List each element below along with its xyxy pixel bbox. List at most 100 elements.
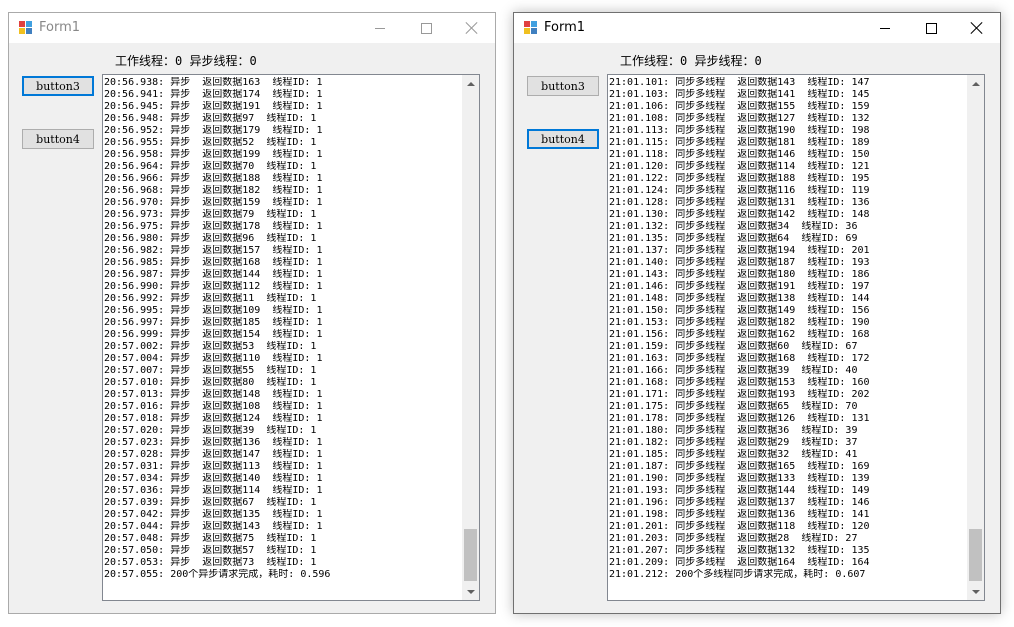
log-line: 21:01.166: 同步多线程 返回数据39 线程ID: 40 [609,365,858,376]
log-lines: 21:01.101: 同步多线程 返回数据143 线程ID: 147 21:01.… [609,77,969,581]
log-line: 20:56.941: 异步 返回数据174 线程ID: 1 [104,89,323,100]
log-line: 20:56.968: 异步 返回数据182 线程ID: 1 [104,185,323,196]
button3[interactable]: button3 [22,76,94,96]
scroll-down-button[interactable] [462,583,479,600]
log-lines: 20:56.938: 异步 返回数据163 线程ID: 1 20:56.941: … [104,77,464,581]
log-line: 21:01.201: 同步多线程 返回数据118 线程ID: 120 [609,521,870,532]
log-line: 20:57.039: 异步 返回数据67 线程ID: 1 [104,497,317,508]
log-line: 20:57.034: 异步 返回数据140 线程ID: 1 [104,473,323,484]
log-line: 21:01.153: 同步多线程 返回数据182 线程ID: 190 [609,317,870,328]
log-line: 20:57.053: 异步 返回数据73 线程ID: 1 [104,557,317,568]
minimize-icon [880,27,890,29]
log-textbox[interactable]: 20:56.938: 异步 返回数据163 线程ID: 1 20:56.941: … [102,74,480,601]
title-bar[interactable]: Form1 [9,13,495,43]
log-line: 20:56.990: 异步 返回数据112 线程ID: 1 [104,281,323,292]
log-line: 20:57.044: 异步 返回数据143 线程ID: 1 [104,521,323,532]
log-line: 21:01.190: 同步多线程 返回数据133 线程ID: 139 [609,473,870,484]
log-line: 20:56.987: 异步 返回数据144 线程ID: 1 [104,269,323,280]
maximize-button[interactable] [908,13,954,43]
log-line: 20:56.995: 异步 返回数据109 线程ID: 1 [104,305,323,316]
close-button[interactable] [954,13,1000,43]
chevron-up-icon [971,81,980,86]
log-line: 21:01.128: 同步多线程 返回数据131 线程ID: 136 [609,197,870,208]
log-line: 20:56.952: 异步 返回数据179 线程ID: 1 [104,125,323,136]
log-line: 21:01.135: 同步多线程 返回数据64 线程ID: 69 [609,233,858,244]
log-line: 20:57.007: 异步 返回数据55 线程ID: 1 [104,365,317,376]
form1-window-left[interactable]: Form1 工作线程：0 异步线程：0 button3 button4 20:5… [8,12,496,614]
log-line: 21:01.148: 同步多线程 返回数据138 线程ID: 144 [609,293,870,304]
log-line: 20:57.036: 异步 返回数据114 线程ID: 1 [104,485,323,496]
log-line: 20:57.018: 异步 返回数据124 线程ID: 1 [104,413,323,424]
button4[interactable]: button4 [527,129,599,149]
button4[interactable]: button4 [22,129,94,149]
vertical-scrollbar[interactable] [967,75,984,600]
log-line: 20:57.010: 异步 返回数据80 线程ID: 1 [104,377,317,388]
log-line: 21:01.140: 同步多线程 返回数据187 线程ID: 193 [609,257,870,268]
log-line: 20:56.973: 异步 返回数据79 线程ID: 1 [104,209,317,220]
log-line: 21:01.120: 同步多线程 返回数据114 线程ID: 121 [609,161,870,172]
log-line: 20:57.016: 异步 返回数据108 线程ID: 1 [104,401,323,412]
log-line: 21:01.196: 同步多线程 返回数据137 线程ID: 146 [609,497,870,508]
log-line: 21:01.150: 同步多线程 返回数据149 线程ID: 156 [609,305,870,316]
log-line: 20:56.948: 异步 返回数据97 线程ID: 1 [104,113,317,124]
title-bar[interactable]: Form1 [514,13,1000,43]
log-line: 20:56.975: 异步 返回数据178 线程ID: 1 [104,221,323,232]
chevron-down-icon [466,589,475,594]
log-line: 20:56.938: 异步 返回数据163 线程ID: 1 [104,77,323,88]
log-line: 20:57.031: 异步 返回数据113 线程ID: 1 [104,461,323,472]
chevron-down-icon [971,589,980,594]
log-line: 21:01.108: 同步多线程 返回数据127 线程ID: 132 [609,113,870,124]
log-line: 21:01.122: 同步多线程 返回数据188 线程ID: 195 [609,173,870,184]
scroll-up-button[interactable] [462,75,479,92]
close-button[interactable] [449,13,495,43]
log-line: 20:56.980: 异步 返回数据96 线程ID: 1 [104,233,317,244]
log-line: 21:01.130: 同步多线程 返回数据142 线程ID: 148 [609,209,870,220]
log-line: 20:57.048: 异步 返回数据75 线程ID: 1 [104,533,317,544]
minimize-button[interactable] [357,13,403,43]
thread-status-label: 工作线程：0 异步线程：0 [620,54,762,68]
log-line: 20:56.955: 异步 返回数据52 线程ID: 1 [104,137,317,148]
log-line: 21:01.106: 同步多线程 返回数据155 线程ID: 159 [609,101,870,112]
thread-status-label: 工作线程：0 异步线程：0 [115,54,257,68]
maximize-button[interactable] [403,13,449,43]
log-line: 21:01.143: 同步多线程 返回数据180 线程ID: 186 [609,269,870,280]
log-line: 20:57.002: 异步 返回数据53 线程ID: 1 [104,341,317,352]
log-line: 21:01.178: 同步多线程 返回数据126 线程ID: 131 [609,413,870,424]
scroll-down-button[interactable] [967,583,984,600]
log-line: 20:56.999: 异步 返回数据154 线程ID: 1 [104,329,323,340]
app-icon [524,21,538,35]
log-line: 21:01.103: 同步多线程 返回数据141 线程ID: 145 [609,89,870,100]
button3[interactable]: button3 [527,76,599,96]
log-line: 21:01.101: 同步多线程 返回数据143 线程ID: 147 [609,77,870,88]
log-line: 21:01.113: 同步多线程 返回数据190 线程ID: 198 [609,125,870,136]
log-line: 21:01.209: 同步多线程 返回数据164 线程ID: 164 [609,557,870,568]
log-line: 21:01.180: 同步多线程 返回数据36 线程ID: 39 [609,425,858,436]
log-line: 21:01.115: 同步多线程 返回数据181 线程ID: 189 [609,137,870,148]
window-title: Form1 [39,20,81,35]
log-line: 20:56.966: 异步 返回数据188 线程ID: 1 [104,173,323,184]
maximize-icon [420,22,432,34]
scroll-thumb[interactable] [464,529,477,581]
window-title: Form1 [544,20,586,35]
chevron-up-icon [466,81,475,86]
log-line: 20:57.004: 异步 返回数据110 线程ID: 1 [104,353,323,364]
app-icon [19,21,33,35]
log-line: 20:57.042: 异步 返回数据135 线程ID: 1 [104,509,323,520]
log-line: 21:01.156: 同步多线程 返回数据162 线程ID: 168 [609,329,870,340]
log-line: 20:57.023: 异步 返回数据136 线程ID: 1 [104,437,323,448]
log-line: 21:01.207: 同步多线程 返回数据132 线程ID: 135 [609,545,870,556]
vertical-scrollbar[interactable] [462,75,479,600]
scroll-up-button[interactable] [967,75,984,92]
log-line: 20:56.958: 异步 返回数据199 线程ID: 1 [104,149,323,160]
form1-window-right[interactable]: Form1 工作线程：0 异步线程：0 button3 button4 21:0… [513,12,1001,614]
minimize-button[interactable] [862,13,908,43]
log-line: 20:56.985: 异步 返回数据168 线程ID: 1 [104,257,323,268]
log-line: 20:57.028: 异步 返回数据147 线程ID: 1 [104,449,323,460]
log-line: 21:01.198: 同步多线程 返回数据136 线程ID: 141 [609,509,870,520]
log-line: 20:57.055: 200个异步请求完成，耗时: 0.596 [104,569,331,580]
log-line: 21:01.182: 同步多线程 返回数据29 线程ID: 37 [609,437,858,448]
log-line: 21:01.175: 同步多线程 返回数据65 线程ID: 70 [609,401,858,412]
log-line: 20:56.964: 异步 返回数据70 线程ID: 1 [104,161,317,172]
log-textbox[interactable]: 21:01.101: 同步多线程 返回数据143 线程ID: 147 21:01.… [607,74,985,601]
scroll-thumb[interactable] [969,529,982,581]
